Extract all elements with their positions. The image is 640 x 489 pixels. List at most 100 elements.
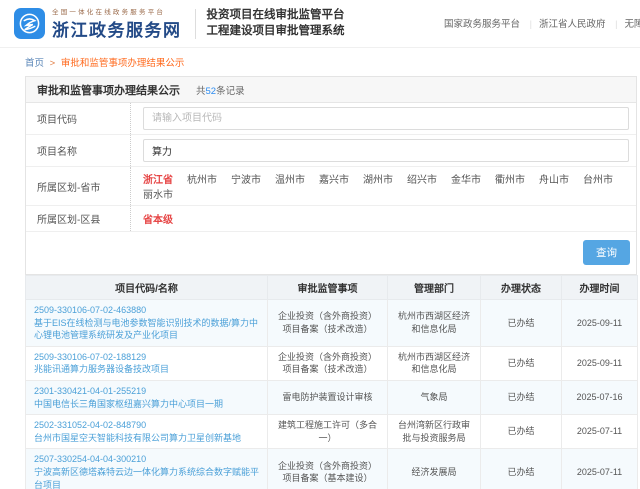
region-county-options: 省本级 [143, 211, 629, 226]
query-button[interactable]: 查询 [583, 240, 630, 265]
project-cell: 2509-330106-07-02-463880 基于EIS在线检测与电池参数智… [26, 300, 268, 347]
record-count-suffix: 条记录 [216, 86, 245, 97]
platform-title: 投资项目在线审批监管平台 工程建设项目审批管理系统 [207, 8, 345, 39]
breadcrumb-current: 审批和监管事项办理结果公示 [61, 58, 185, 69]
table-header-cell: 管理部门 [388, 276, 481, 300]
approval-item-cell: 建筑工程施工许可（多合一） [268, 415, 388, 449]
project-cell: 2507-330254-04-04-300210 宁波高新区德塔森特云边一体化算… [26, 449, 268, 489]
logo-text: 全国一体化在线政务服务平台 浙江政务服务网 [52, 6, 182, 41]
table-header-cell: 项目代码/名称 [26, 276, 268, 300]
breadcrumb: 首页 > 审批和监管事项办理结果公示 [25, 55, 640, 69]
zhejiang-gov-logo-icon [14, 8, 45, 39]
project-code-link[interactable]: 2502-331052-04-02-848790 [34, 419, 259, 432]
date-cell: 2025-09-11 [562, 300, 638, 347]
region-city-option[interactable]: 衢州市 [495, 171, 525, 186]
region-city-option[interactable]: 湖州市 [363, 171, 393, 186]
status-cell: 已办结 [481, 346, 562, 380]
date-cell: 2025-07-11 [562, 415, 638, 449]
status-cell: 已办结 [481, 380, 562, 414]
region-city-option[interactable]: 台州市 [583, 171, 613, 186]
logo-brand-name: 浙江政务服务网 [52, 16, 182, 41]
project-cell: 2509-330106-07-02-188129 兆能讯通算力服务器设备技改项目 [26, 346, 268, 380]
project-code-label: 项目代码 [26, 103, 131, 134]
header-link[interactable]: 浙江省人民政府 [523, 19, 606, 30]
header-link[interactable]: 无障碍 [608, 19, 640, 30]
logo-swirl-glyph [18, 12, 41, 35]
breadcrumb-home-link[interactable]: 首页 [25, 58, 44, 69]
region-city-option[interactable]: 丽水市 [143, 186, 173, 201]
region-city-option[interactable]: 绍兴市 [407, 171, 437, 186]
region-city-option[interactable]: 嘉兴市 [319, 171, 349, 186]
panel-header: 审批和监管事项办理结果公示 共52条记录 [26, 77, 636, 103]
header-link[interactable]: 国家政务服务平台 [444, 19, 520, 30]
project-name-input[interactable] [143, 139, 629, 162]
project-code-link[interactable]: 2509-330106-07-02-188129 [34, 351, 259, 364]
region-county-option[interactable]: 省本级 [143, 211, 173, 226]
region-city-options: 浙江省 杭州市 宁波市 温州市 嘉兴市 湖州市 绍兴市 金华市 衢州市 [143, 171, 629, 201]
breadcrumb-separator: > [50, 58, 56, 69]
department-cell: 台州湾新区行政审批与投资服务局 [388, 415, 481, 449]
table-row: 2502-331052-04-02-848790 台州市国星空天智能科技有限公司… [26, 415, 638, 449]
project-code-link[interactable]: 2509-330106-07-02-463880 [34, 304, 259, 317]
logo-tagline: 全国一体化在线政务服务平台 [52, 6, 182, 16]
table-header-cell: 审批监管事项 [268, 276, 388, 300]
status-cell: 已办结 [481, 449, 562, 489]
form-row-region-city: 所属区划-省市 浙江省 杭州市 宁波市 温州市 嘉兴市 湖州市 绍兴市 [26, 167, 636, 206]
table-row: 2509-330106-07-02-463880 基于EIS在线检测与电池参数智… [26, 300, 638, 347]
date-cell: 2025-07-16 [562, 380, 638, 414]
status-cell: 已办结 [481, 300, 562, 347]
panel-title: 审批和监管事项办理结果公示 [37, 82, 180, 98]
top-header: 全国一体化在线政务服务平台 浙江政务服务网 投资项目在线审批监管平台 工程建设项… [0, 0, 640, 48]
region-city-option[interactable]: 金华市 [451, 171, 481, 186]
region-city-option[interactable]: 舟山市 [539, 171, 569, 186]
table-header-row: 项目代码/名称 审批监管事项 管理部门 办理状态 办理时间 [26, 276, 638, 300]
platform-title-line2: 工程建设项目审批管理系统 [207, 24, 345, 40]
region-city-option[interactable]: 浙江省 [143, 171, 173, 186]
project-name-link[interactable]: 宁波高新区德塔森特云边一体化算力系统综合数字赋能平台项目 [34, 466, 259, 489]
record-count-prefix: 共 [196, 86, 206, 97]
site-logo[interactable]: 全国一体化在线政务服务平台 浙江政务服务网 [14, 6, 182, 41]
table-header-cell: 办理状态 [481, 276, 562, 300]
platform-title-line1: 投资项目在线审批监管平台 [207, 8, 345, 24]
project-name-link[interactable]: 兆能讯通算力服务器设备技改项目 [34, 363, 259, 376]
project-cell: 2502-331052-04-02-848790 台州市国星空天智能科技有限公司… [26, 415, 268, 449]
header-divider [195, 9, 196, 39]
results-panel: 审批和监管事项办理结果公示 共52条记录 项目代码 项目名称 所属区划-省市 浙… [25, 76, 637, 275]
region-city-option[interactable]: 温州市 [275, 171, 305, 186]
form-row-project-code: 项目代码 [26, 103, 636, 135]
project-name-link[interactable]: 基于EIS在线检测与电池参数智能识别技术的数据/算力中心锂电池管理系统研发及产业… [34, 317, 259, 342]
project-name-link[interactable]: 中国电信长三角国家枢纽嘉兴算力中心项目一期 [34, 398, 259, 411]
project-code-input[interactable] [143, 107, 629, 130]
results-table: 项目代码/名称 审批监管事项 管理部门 办理状态 办理时间 2509-33010… [25, 275, 638, 489]
region-city-label: 所属区划-省市 [26, 167, 131, 205]
query-button-row: 查询 [26, 232, 636, 274]
project-name-label: 项目名称 [26, 135, 131, 166]
approval-item-cell: 雷电防护装置设计审核 [268, 380, 388, 414]
region-city-option[interactable]: 宁波市 [231, 171, 261, 186]
project-code-link[interactable]: 2507-330254-04-04-300210 [34, 453, 259, 466]
form-row-region-county: 所属区划-区县 省本级 [26, 206, 636, 232]
department-cell: 经济发展局 [388, 449, 481, 489]
form-row-project-name: 项目名称 [26, 135, 636, 167]
record-count-number: 52 [206, 86, 217, 97]
department-cell: 杭州市西湖区经济和信息化局 [388, 300, 481, 347]
table-body: 2509-330106-07-02-463880 基于EIS在线检测与电池参数智… [26, 300, 638, 489]
record-count: 共52条记录 [196, 83, 245, 97]
project-cell: 2301-330421-04-01-255219 中国电信长三角国家枢纽嘉兴算力… [26, 380, 268, 414]
approval-item-cell: 企业投资（含外商投资）项目备案（基本建设） [268, 449, 388, 489]
project-code-link[interactable]: 2301-330421-04-01-255219 [34, 385, 259, 398]
approval-item-cell: 企业投资（含外商投资）项目备案（技术改造） [268, 346, 388, 380]
department-cell: 杭州市西湖区经济和信息化局 [388, 346, 481, 380]
status-cell: 已办结 [481, 415, 562, 449]
table-header-cell: 办理时间 [562, 276, 638, 300]
date-cell: 2025-09-11 [562, 346, 638, 380]
project-name-link[interactable]: 台州市国星空天智能科技有限公司算力卫星创新基地 [34, 432, 259, 445]
table-row: 2507-330254-04-04-300210 宁波高新区德塔森特云边一体化算… [26, 449, 638, 489]
region-city-option[interactable]: 杭州市 [187, 171, 217, 186]
department-cell: 气象局 [388, 380, 481, 414]
approval-item-cell: 企业投资（含外商投资）项目备案（技术改造） [268, 300, 388, 347]
date-cell: 2025-07-11 [562, 449, 638, 489]
header-links: 国家政务服务平台 浙江省人民政府 无障碍 长者版 [444, 16, 640, 30]
table-row: 2301-330421-04-01-255219 中国电信长三角国家枢纽嘉兴算力… [26, 380, 638, 414]
region-county-label: 所属区划-区县 [26, 206, 131, 231]
